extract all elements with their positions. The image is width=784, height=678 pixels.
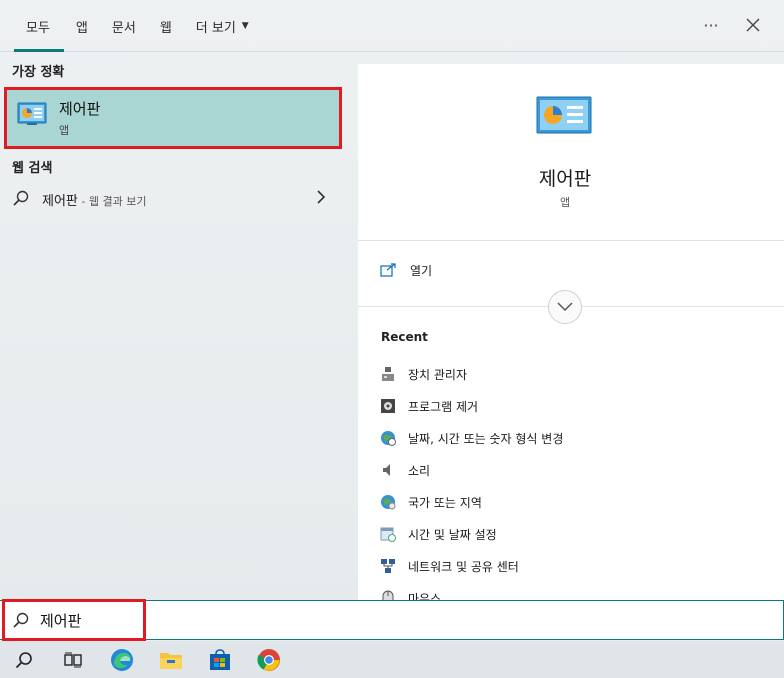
chevron-down-icon bbox=[557, 302, 573, 312]
speaker-icon bbox=[380, 462, 396, 478]
control-panel-icon bbox=[536, 96, 592, 134]
tab-apps-label: 앱 bbox=[75, 20, 88, 36]
recent-item-label: 마우스 bbox=[408, 591, 442, 601]
taskbar-store-button[interactable] bbox=[195, 641, 244, 678]
file-explorer-icon bbox=[159, 652, 182, 669]
open-action[interactable]: 열기 bbox=[380, 260, 432, 280]
close-icon[interactable] bbox=[742, 14, 764, 36]
preview-subtitle: 앱 bbox=[559, 196, 571, 209]
recent-heading: Recent bbox=[381, 330, 428, 344]
recent-item-uninstall[interactable]: 프로그램 제거 bbox=[380, 390, 563, 422]
best-match-result[interactable]: 제어판 앱 bbox=[4, 87, 342, 149]
tab-more-label: 더 보기 bbox=[195, 20, 236, 36]
recent-item-network[interactable]: 네트워크 및 공유 센터 bbox=[380, 550, 563, 582]
start-search-window: 모두 앱 문서 웹 더 보기 ▼ ··· 가장 정확 제어판 앱 웹 검색 제어… bbox=[0, 0, 784, 641]
tab-documents[interactable]: 문서 bbox=[100, 0, 148, 52]
edge-icon bbox=[110, 648, 133, 671]
best-match-subtitle: 앱 bbox=[59, 124, 70, 137]
task-view-icon bbox=[63, 652, 82, 667]
calendar-icon bbox=[380, 526, 396, 542]
device-manager-icon bbox=[380, 366, 396, 382]
recent-item-label: 프로그램 제거 bbox=[408, 399, 479, 414]
search-icon bbox=[13, 190, 29, 206]
taskbar bbox=[0, 641, 784, 678]
expand-button[interactable] bbox=[548, 290, 582, 324]
preview-title: 제어판 bbox=[538, 168, 592, 190]
search-icon bbox=[15, 651, 32, 668]
tab-all[interactable]: 모두 bbox=[14, 0, 64, 52]
tab-documents-label: 문서 bbox=[111, 20, 136, 36]
recent-item-date-time[interactable]: 시간 및 날짜 설정 bbox=[380, 518, 563, 550]
recent-item-label: 국가 또는 지역 bbox=[408, 495, 482, 510]
globe-icon bbox=[380, 494, 396, 510]
taskbar-chrome-button[interactable] bbox=[244, 641, 293, 678]
tab-bar: 모두 앱 문서 웹 더 보기 ▼ ··· bbox=[0, 0, 784, 52]
recent-item-label: 시간 및 날짜 설정 bbox=[408, 527, 497, 542]
recent-item-label: 장치 관리자 bbox=[408, 367, 468, 382]
more-icon[interactable]: ··· bbox=[700, 14, 722, 36]
tab-apps[interactable]: 앱 bbox=[64, 0, 100, 52]
search-highlight-box bbox=[2, 599, 146, 641]
taskbar-search-button[interactable] bbox=[0, 641, 48, 678]
network-icon bbox=[380, 558, 396, 574]
uninstall-icon bbox=[380, 398, 396, 414]
best-match-title: 제어판 bbox=[59, 100, 101, 118]
store-icon bbox=[209, 648, 230, 670]
web-search-result[interactable]: 제어판 - 웹 결과 보기 bbox=[0, 187, 346, 211]
web-result-label: 제어판 bbox=[42, 194, 78, 209]
web-search-heading: 웹 검색 bbox=[12, 161, 53, 176]
web-result-suffix: - 웹 결과 보기 bbox=[77, 195, 147, 208]
recent-item-device-manager[interactable]: 장치 관리자 bbox=[380, 358, 563, 390]
recent-item-region[interactable]: 국가 또는 지역 bbox=[380, 486, 563, 518]
recent-item-mouse[interactable]: 마우스 bbox=[380, 582, 563, 600]
tab-all-label: 모두 bbox=[26, 20, 50, 36]
results-panel: 가장 정확 제어판 앱 웹 검색 제어판 - 웹 결과 보기 bbox=[0, 53, 346, 600]
recent-item-label: 소리 bbox=[408, 463, 431, 478]
tab-web-label: 웹 bbox=[159, 20, 172, 36]
divider bbox=[358, 240, 784, 241]
recent-list: 장치 관리자 프로그램 제거 날짜, 시간 또는 숫자 형식 변경 소리 국가 … bbox=[380, 358, 563, 600]
taskbar-edge-button[interactable] bbox=[97, 641, 146, 678]
recent-item-sound[interactable]: 소리 bbox=[380, 454, 563, 486]
tab-web[interactable]: 웹 bbox=[148, 0, 184, 52]
tab-more[interactable]: 더 보기 ▼ bbox=[184, 0, 261, 52]
taskbar-task-view-button[interactable] bbox=[48, 641, 97, 678]
open-icon bbox=[380, 263, 396, 277]
recent-item-label: 날짜, 시간 또는 숫자 형식 변경 bbox=[408, 431, 564, 446]
chevron-right-icon bbox=[316, 189, 326, 208]
chrome-icon bbox=[256, 648, 280, 671]
recent-item-date-format[interactable]: 날짜, 시간 또는 숫자 형식 변경 bbox=[380, 422, 563, 454]
chevron-down-icon: ▼ bbox=[241, 21, 249, 31]
globe-clock-icon bbox=[380, 430, 396, 446]
preview-panel: 제어판 앱 열기 Recent 장치 관리자 프로그램 제거 날짜, 시간 또는… bbox=[358, 64, 784, 600]
control-panel-icon bbox=[17, 102, 47, 125]
taskbar-file-explorer-button[interactable] bbox=[146, 641, 195, 678]
mouse-icon bbox=[380, 590, 396, 600]
best-match-heading: 가장 정확 bbox=[12, 65, 65, 80]
open-label: 열기 bbox=[410, 263, 433, 278]
recent-item-label: 네트워크 및 공유 센터 bbox=[408, 559, 519, 574]
